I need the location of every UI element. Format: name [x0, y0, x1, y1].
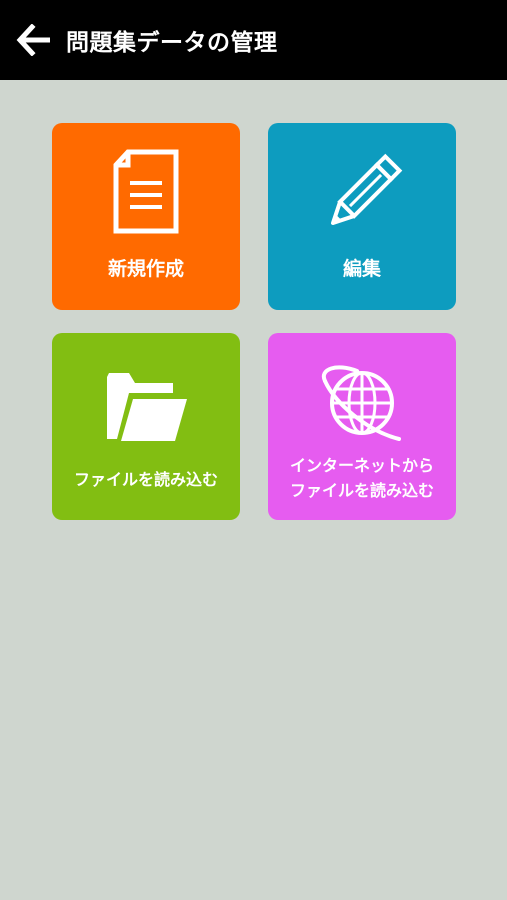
new-create-label: 新規作成 — [107, 258, 184, 280]
edit-label: 編集 — [342, 258, 381, 280]
load-from-internet-button[interactable]: インターネットから ファイルを読み込む — [268, 333, 456, 520]
load-file-button[interactable]: ファイルを読み込む — [52, 333, 240, 520]
internet-label-line1: インターネットから — [289, 456, 434, 475]
new-create-button[interactable]: 新規作成 — [52, 123, 240, 310]
edit-button[interactable]: 編集 — [268, 123, 456, 310]
app-bar: 問題集データの管理 — [0, 0, 507, 80]
document-icon — [52, 149, 240, 235]
back-button[interactable] — [14, 20, 54, 60]
globe-icon — [268, 359, 456, 447]
folder-icon — [52, 363, 240, 443]
arrow-left-icon — [16, 24, 50, 56]
pencil-icon — [268, 149, 456, 239]
page-title: 問題集データの管理 — [66, 30, 278, 56]
internet-label-line2: ファイルを読み込む — [289, 481, 434, 500]
load-file-label: ファイルを読み込む — [73, 470, 218, 489]
